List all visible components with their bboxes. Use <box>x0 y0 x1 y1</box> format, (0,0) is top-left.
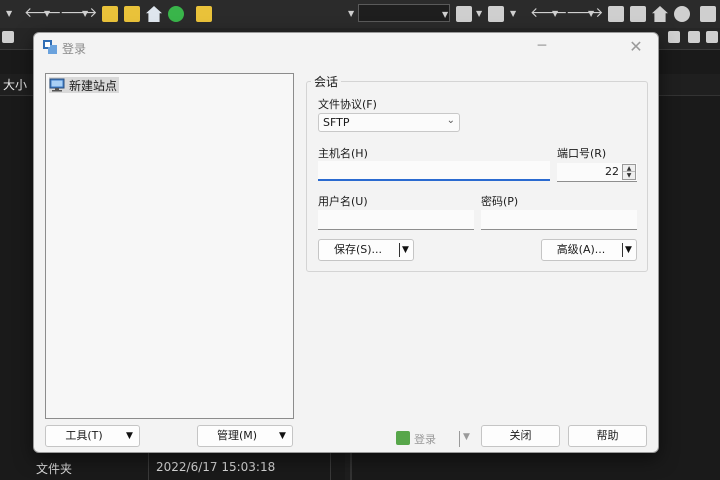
port-label: 端口号(R) <box>557 147 607 160</box>
advanced-button[interactable]: 高级(A)... ▼ <box>541 239 637 261</box>
filter-dropdown-icon[interactable]: ▼ <box>510 6 516 22</box>
protocol-select-value: SFTP <box>323 116 350 129</box>
dialog-titlebar[interactable]: 登录 ─ ✕ <box>34 33 658 63</box>
tools-button[interactable]: 工具(T) ▼ <box>45 425 140 447</box>
open-dropdown-icon[interactable]: ▼ <box>476 6 482 22</box>
password-label: 密码(P) <box>481 195 519 208</box>
remote-toolbar-icon-c[interactable] <box>706 31 718 43</box>
advanced-dropdown-icon[interactable]: ▼ <box>625 240 632 260</box>
username-input[interactable] <box>318 210 474 230</box>
parent-folder-icon[interactable] <box>102 6 118 22</box>
remote-parent-folder-icon[interactable] <box>608 6 624 22</box>
login-dialog: 登录 ─ ✕ 新建站点 会话 文件协议(F) SFTP ⌄ 主机名(H) 端口号… <box>33 32 659 453</box>
close-window-button[interactable]: ✕ <box>623 38 649 58</box>
back-dropdown-icon[interactable]: ▼ <box>44 6 50 22</box>
local-toolbar-icon[interactable] <box>2 31 14 43</box>
computer-icon <box>49 78 65 92</box>
login-icon <box>396 431 410 445</box>
username-label: 用户名(U) <box>318 195 368 208</box>
port-spinner-buttons: ▲ ▼ <box>622 164 636 180</box>
remote-root-folder-icon[interactable] <box>630 6 646 22</box>
refresh-icon[interactable] <box>168 6 184 22</box>
chevron-down-icon: ⌄ <box>446 115 455 126</box>
manage-button[interactable]: 管理(M) ▼ <box>197 425 293 447</box>
toolbar-caret-icon-2[interactable]: ▼ <box>348 6 354 22</box>
close-button[interactable]: 关闭 <box>481 425 560 447</box>
minimize-button[interactable]: ─ <box>528 39 556 57</box>
split-divider <box>459 431 460 447</box>
host-label: 主机名(H) <box>318 147 368 160</box>
path-combo-dropdown-icon[interactable]: ▼ <box>442 7 448 23</box>
remote-toolbar-icon-a[interactable] <box>668 31 680 43</box>
site-tree[interactable]: 新建站点 <box>45 73 294 419</box>
manage-button-label: 管理(M) <box>216 429 258 442</box>
column-separator <box>148 452 149 480</box>
password-input[interactable] <box>481 210 637 230</box>
help-button[interactable]: 帮助 <box>568 425 647 447</box>
save-button[interactable]: 保存(S)... ▼ <box>318 239 414 261</box>
spin-up-icon[interactable]: ▲ <box>623 165 635 172</box>
split-divider <box>622 243 623 257</box>
root-folder-icon[interactable] <box>124 6 140 22</box>
remote-back-dropdown-icon[interactable]: ▼ <box>552 6 558 22</box>
tools-button-label: 工具(T) <box>65 429 103 442</box>
save-button-label: 保存(S)... <box>333 243 383 256</box>
column-header-size[interactable]: 大小 <box>3 76 27 93</box>
forward-arrow-icon[interactable]: 🡒 <box>60 5 98 21</box>
remote-find-icon[interactable] <box>700 6 716 22</box>
remote-forward-dropdown-icon[interactable]: ▼ <box>588 6 594 22</box>
open-folder-icon[interactable] <box>456 6 472 22</box>
remote-home-icon[interactable] <box>652 6 668 22</box>
login-dropdown-icon[interactable]: ▼ <box>463 432 470 442</box>
back-arrow-icon[interactable]: 🡐 <box>24 5 62 21</box>
manage-dropdown-icon[interactable]: ▼ <box>279 426 286 446</box>
remote-refresh-icon[interactable] <box>674 6 690 22</box>
forward-dropdown-icon[interactable]: ▼ <box>82 6 88 22</box>
remote-forward-arrow-icon[interactable]: 🡒 <box>566 5 604 21</box>
advanced-button-label: 高级(A)... <box>556 243 606 256</box>
spin-down-icon[interactable]: ▼ <box>623 172 635 179</box>
remote-toolbar-icon-b[interactable] <box>688 31 700 43</box>
save-dropdown-icon[interactable]: ▼ <box>402 240 409 260</box>
port-spinner[interactable]: 22 ▲ ▼ <box>557 163 637 182</box>
sync-browse-icon[interactable] <box>196 6 212 22</box>
site-tree-item-label: 新建站点 <box>69 78 118 93</box>
session-group-label: 会话 <box>311 73 342 90</box>
host-input[interactable] <box>318 161 550 181</box>
remote-back-arrow-icon[interactable]: 🡐 <box>530 5 568 21</box>
site-tree-item-new-site[interactable]: 新建站点 <box>49 77 120 93</box>
file-row-type: 文件夹 <box>36 462 73 476</box>
tools-dropdown-icon[interactable]: ▼ <box>126 426 133 446</box>
background-toolbar: ▼ 🡐 ▼ 🡒 ▼ ▼ ▼ ▼ ▼ 🡐 ▼ 🡒 ▼ <box>0 0 720 28</box>
filter-icon[interactable] <box>488 6 504 22</box>
protocol-label: 文件协议(F) <box>318 98 377 111</box>
winscp-app-icon <box>43 40 57 54</box>
split-divider <box>399 243 400 257</box>
login-button[interactable]: 登录 ▼ <box>396 428 472 450</box>
file-row-date: 2022/6/17 15:03:18 <box>156 460 276 474</box>
path-combo[interactable] <box>358 4 450 22</box>
port-value: 22 <box>605 165 619 178</box>
protocol-select[interactable]: SFTP ⌄ <box>318 113 460 132</box>
login-button-label: 登录 <box>414 433 436 446</box>
dialog-title: 登录 <box>62 42 87 56</box>
home-icon[interactable] <box>146 6 162 22</box>
column-separator <box>330 452 331 480</box>
toolbar-caret-icon[interactable]: ▼ <box>6 6 12 22</box>
